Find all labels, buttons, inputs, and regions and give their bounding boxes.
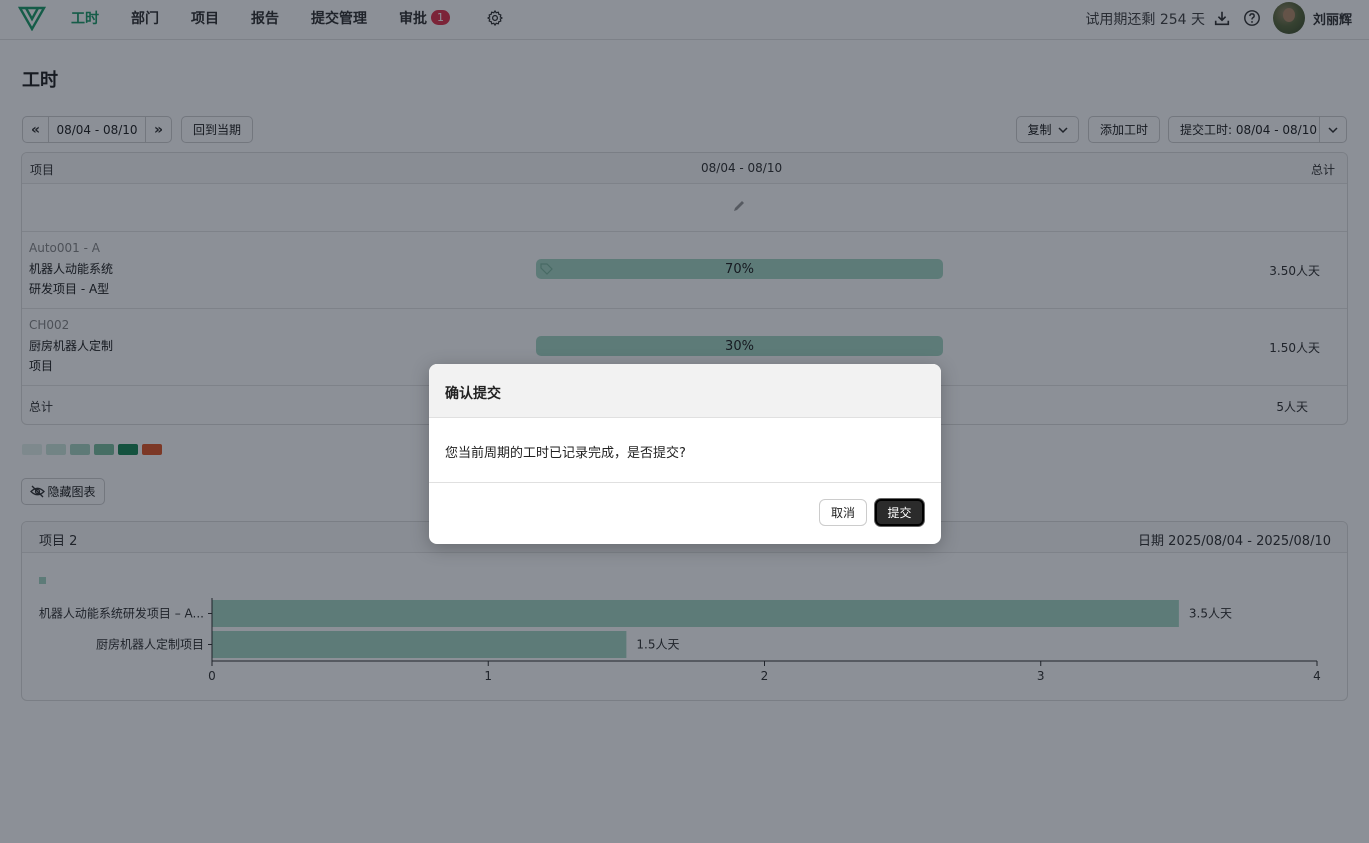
submit-button[interactable]: 提交 <box>875 499 924 526</box>
divider <box>429 482 941 483</box>
cancel-button[interactable]: 取消 <box>819 499 867 526</box>
confirm-submit-dialog: 确认提交 您当前周期的工时已记录完成，是否提交? 取消 提交 <box>429 364 941 544</box>
dialog-header: 确认提交 <box>429 364 941 418</box>
dialog-title: 确认提交 <box>445 386 501 402</box>
dialog-message: 您当前周期的工时已记录完成，是否提交? <box>445 446 686 461</box>
